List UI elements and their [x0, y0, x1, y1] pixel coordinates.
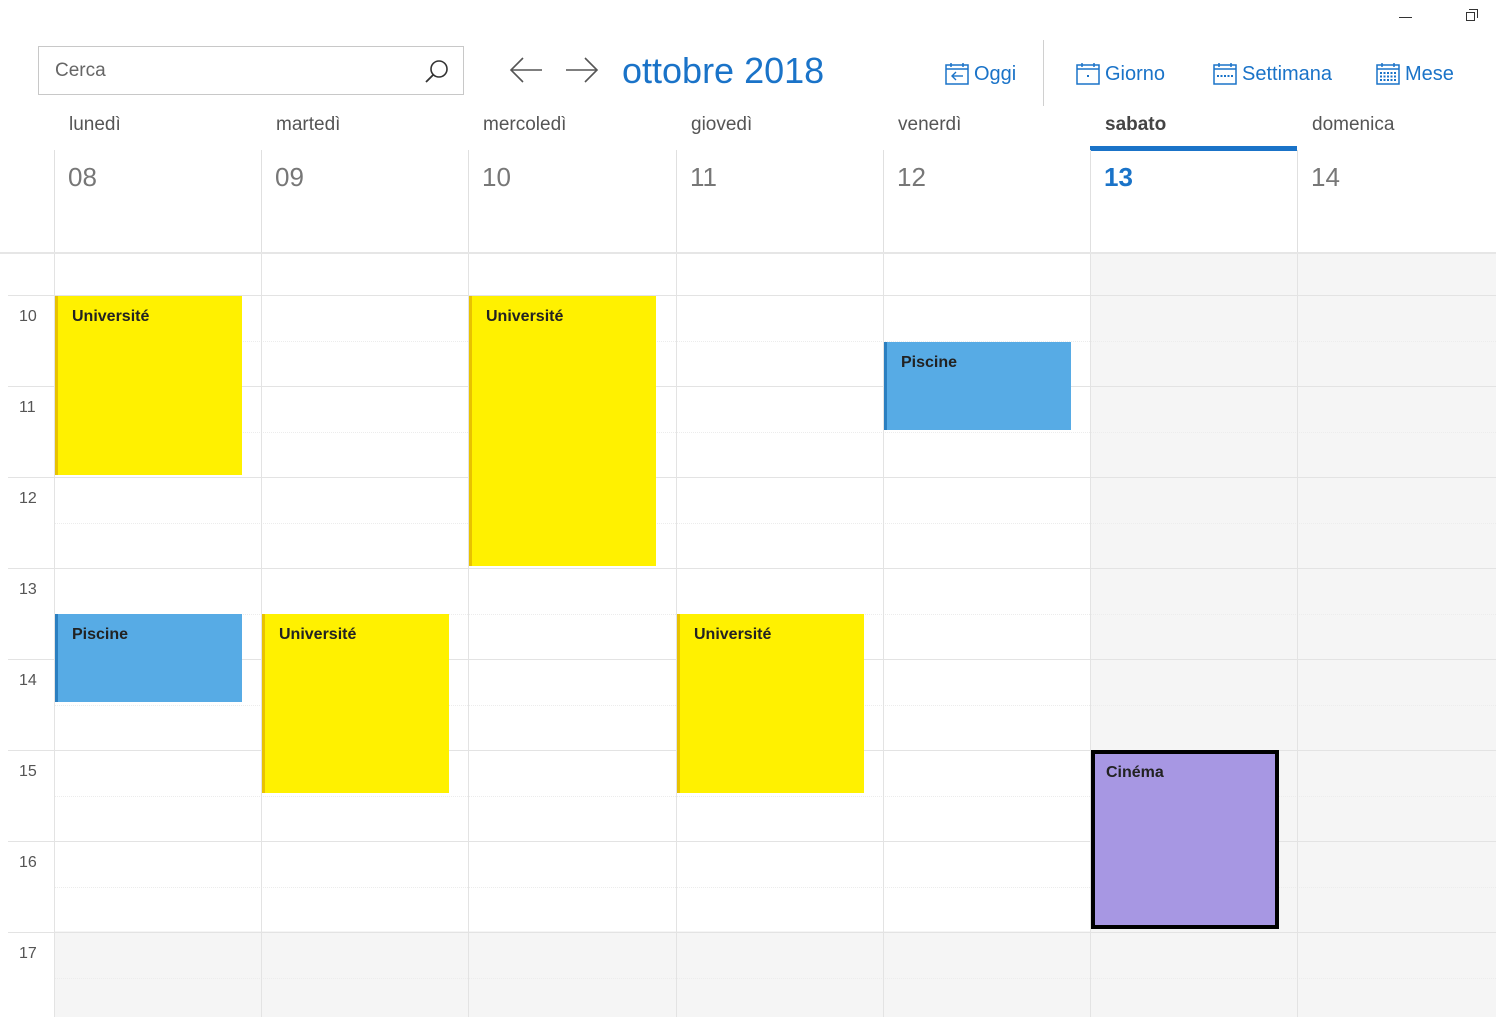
hour-label: 12: [19, 490, 37, 507]
today-calendar-icon: [945, 63, 969, 85]
day-view-button[interactable]: Giorno: [1075, 58, 1165, 90]
restore-icon[interactable]: [1461, 6, 1481, 26]
next-week-button[interactable]: [562, 54, 602, 88]
arrow-right-icon: [566, 57, 599, 83]
weekday-friday: venerdì: [898, 114, 962, 135]
day-cell-10[interactable]: 10: [468, 150, 676, 254]
event-cinema-saturday[interactable]: Cinéma: [1091, 750, 1279, 929]
week-calendar-icon: [1213, 63, 1237, 85]
today-button[interactable]: Oggi: [944, 58, 1016, 90]
weekday-wednesday: mercoledì: [483, 114, 567, 135]
month-view-label: Mese: [1405, 62, 1454, 85]
day-number: 11: [690, 162, 717, 192]
hour-label: 11: [19, 399, 36, 416]
column-line: [1297, 254, 1298, 1017]
day-cell-13[interactable]: 13: [1090, 150, 1297, 254]
hour-label: 15: [19, 763, 37, 780]
hour-label: 17: [19, 945, 37, 962]
hour-line: [8, 568, 1496, 569]
day-view-label: Giorno: [1105, 62, 1166, 85]
day-cell-11[interactable]: 11: [676, 150, 883, 254]
today-label: Oggi: [974, 62, 1017, 85]
time-grid[interactable]: 10 11 12 13 14 15 16 17 Université Unive…: [0, 254, 1496, 1017]
week-view-button[interactable]: Settimana: [1212, 58, 1332, 90]
search-box[interactable]: [38, 46, 464, 95]
toolbar-divider: [1043, 40, 1044, 106]
day-calendar-icon: [1076, 63, 1100, 85]
search-input[interactable]: [39, 47, 409, 94]
event-universite-thursday[interactable]: Université: [677, 614, 864, 793]
event-piscine-monday[interactable]: Piscine: [55, 614, 242, 702]
weekday-monday: lunedì: [69, 114, 121, 135]
day-cell-14[interactable]: 14: [1297, 150, 1496, 254]
weekday-tuesday: martedì: [276, 114, 341, 135]
day-number: 09: [275, 162, 304, 192]
weekday-thursday: giovedì: [691, 114, 753, 135]
day-number: 14: [1311, 162, 1340, 192]
hour-line: [8, 477, 1496, 478]
event-title: Université: [694, 626, 772, 643]
event-title: Université: [72, 308, 150, 325]
day-cell-09[interactable]: 09: [261, 150, 468, 254]
weekday-sunday: domenica: [1312, 114, 1395, 135]
day-number: 12: [897, 162, 926, 192]
day-cell-08[interactable]: 08: [54, 150, 261, 254]
half-hour-line: [54, 341, 1496, 342]
event-universite-wednesday[interactable]: Université: [469, 296, 656, 566]
half-hour-line: [54, 432, 1496, 433]
event-title: Cinéma: [1106, 764, 1164, 781]
half-hour-line: [54, 796, 1496, 797]
event-title: Université: [486, 308, 564, 325]
month-title[interactable]: ottobre 2018: [622, 50, 824, 92]
half-hour-line: [54, 978, 1496, 979]
hour-label: 13: [19, 581, 37, 598]
hour-label: 14: [19, 672, 37, 689]
month-calendar-icon: [1376, 63, 1400, 85]
day-number: 08: [68, 162, 97, 192]
hour-label: 16: [19, 854, 37, 871]
half-hour-line: [54, 887, 1496, 888]
event-universite-tuesday[interactable]: Université: [262, 614, 449, 793]
event-piscine-friday[interactable]: Piscine: [884, 342, 1071, 430]
after-hours-shading: [54, 931, 1090, 1017]
weekday-saturday: sabato: [1105, 114, 1167, 135]
arrow-left-icon: [509, 57, 542, 83]
event-universite-monday[interactable]: Université: [55, 296, 242, 475]
hour-label: 10: [19, 308, 37, 325]
event-title: Université: [279, 626, 357, 643]
day-number: 13: [1104, 162, 1133, 192]
previous-week-button[interactable]: [506, 54, 546, 88]
half-hour-line: [54, 523, 1496, 524]
minimize-icon[interactable]: [1396, 6, 1416, 26]
search-icon[interactable]: [423, 58, 451, 86]
day-cell-12[interactable]: 12: [883, 150, 1090, 254]
event-title: Piscine: [901, 354, 958, 371]
event-title: Piscine: [72, 626, 129, 643]
day-number: 10: [482, 162, 511, 192]
hour-line: [8, 932, 1496, 933]
week-view-label: Settimana: [1242, 62, 1333, 85]
month-view-button[interactable]: Mese: [1375, 58, 1454, 90]
